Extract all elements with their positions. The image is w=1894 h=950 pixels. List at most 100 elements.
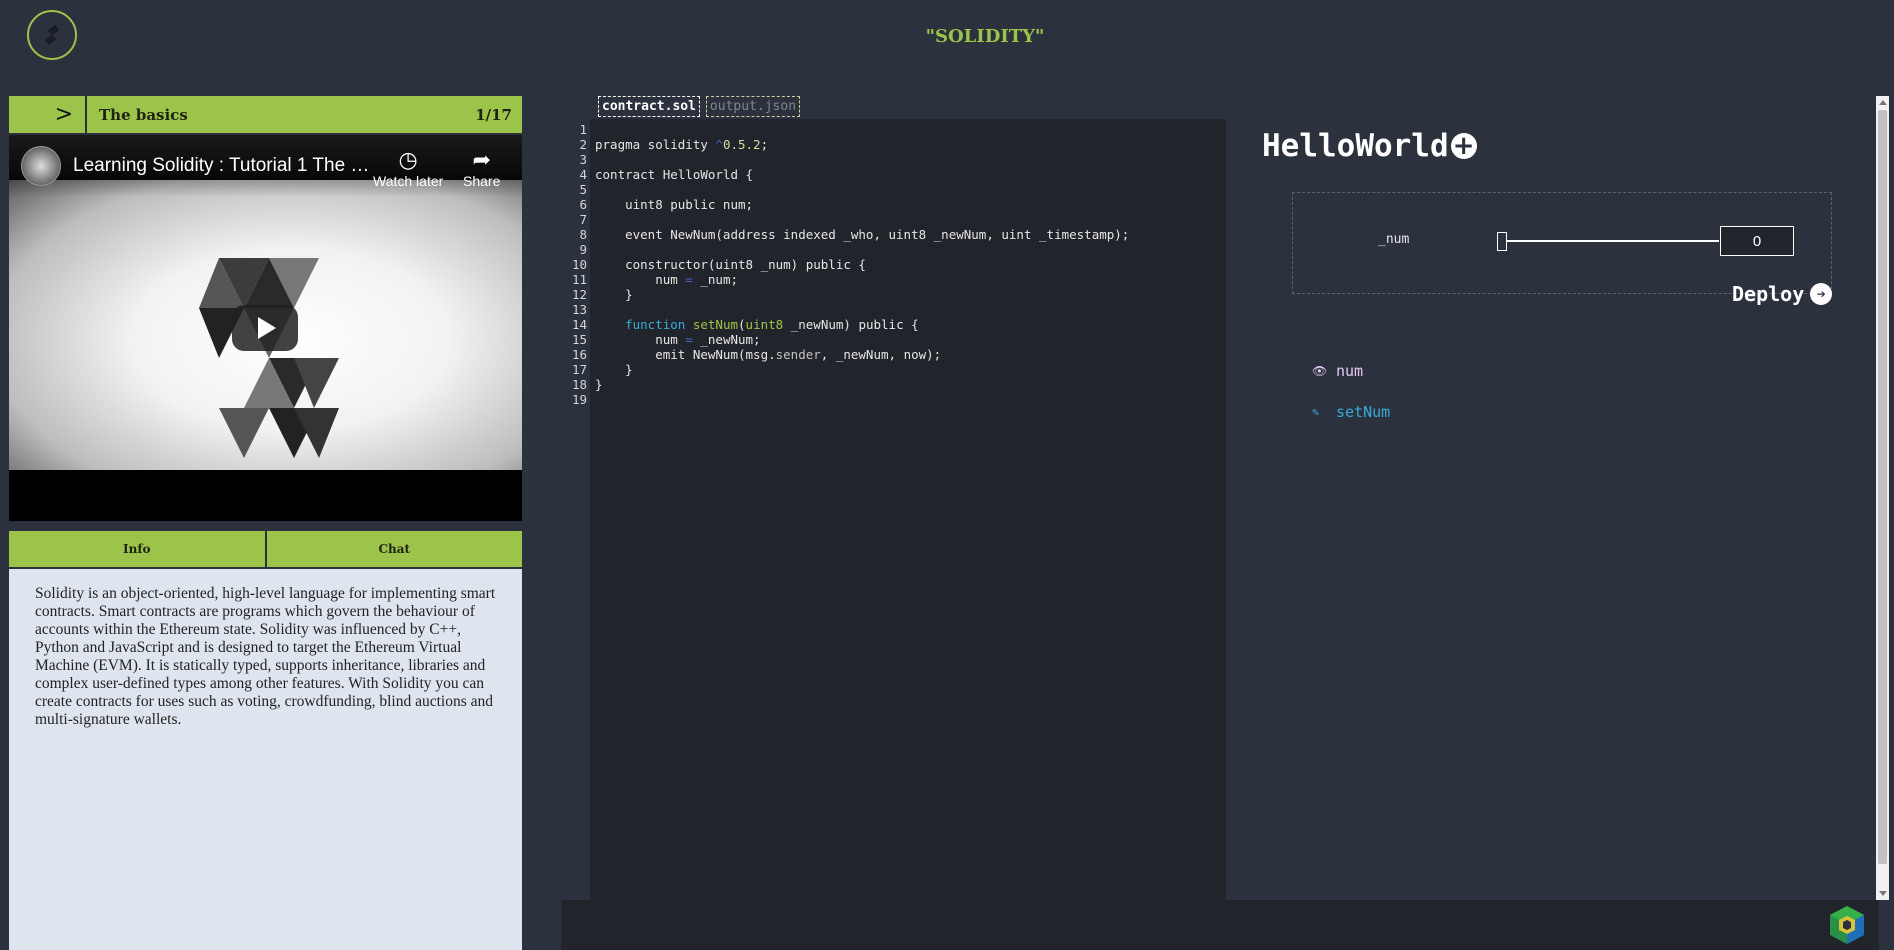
code-line: 17 } [561, 362, 633, 377]
edit-icon: ✎ [1312, 405, 1320, 419]
tab-contract-sol[interactable]: contract.sol [598, 96, 700, 117]
param-slider-track[interactable] [1501, 240, 1719, 242]
code-line: 15 num = _newNum; [561, 332, 761, 347]
code-editor[interactable]: 1 2 pragma solidity ^0.5.2; 3 4 contract Hell… [561, 119, 1226, 900]
share-icon: ➦ [472, 147, 491, 172]
scroll-thumb[interactable] [1878, 110, 1887, 864]
line-number: 6 [579, 197, 587, 212]
eye-icon: 👁 [1312, 364, 1328, 378]
line-number: 9 [579, 242, 587, 257]
share-button[interactable]: ➦ Share [463, 147, 500, 189]
function-num[interactable]: 👁 num [1312, 362, 1363, 380]
file-tabs: contract.sol output.json [598, 96, 801, 117]
code-line: 10 constructor(uint8 _num) public { [561, 257, 866, 272]
code-line: 12 } [561, 287, 633, 302]
code-text[interactable]: num = _newNum; [595, 332, 760, 347]
code-line: 3 [561, 152, 587, 167]
watch-later-button[interactable]: ◷ Watch later [373, 147, 443, 189]
line-number: 4 [579, 167, 587, 182]
lesson-title: The basics [99, 105, 188, 124]
function-name: setNum [1336, 403, 1391, 421]
lesson-counter: 1/17 [475, 105, 512, 124]
share-label: Share [463, 173, 501, 189]
console-strip [561, 900, 1879, 950]
code-line: 16 emit NewNum(msg.sender, _newNum, now)… [561, 347, 941, 362]
video-title[interactable]: Learning Solidity : Tutorial 1 The B... [73, 155, 373, 177]
contract-name: HelloWorld [1262, 128, 1449, 164]
play-button[interactable] [232, 305, 298, 351]
clock-icon: ◷ [398, 147, 418, 172]
app-title: "SOLIDITY" [925, 26, 1045, 47]
line-number: 13 [571, 302, 587, 317]
code-text[interactable]: num = _num; [595, 272, 738, 287]
code-line: 1 [561, 122, 587, 137]
info-chat-tabs: Info Chat [9, 531, 522, 567]
line-number: 16 [571, 347, 587, 362]
code-text[interactable]: constructor(uint8 _num) public { [595, 257, 866, 272]
info-panel: Solidity is an object-oriented, high-lev… [9, 569, 522, 950]
code-text[interactable]: emit NewNum(msg.sender, _newNum, now); [595, 347, 941, 362]
code-line: 8 event NewNum(address indexed _who, uin… [561, 227, 1129, 242]
code-line: 19 [561, 392, 587, 407]
code-text[interactable]: } [595, 287, 633, 302]
lesson-bar: > The basics 1/17 [9, 96, 522, 133]
constructor-box: _num 0 [1292, 192, 1832, 294]
code-text[interactable]: pragma solidity ^0.5.2; [595, 137, 768, 152]
tab-info[interactable]: Info [9, 531, 265, 567]
function-name: num [1336, 362, 1364, 380]
contract-name-header: HelloWorld [1262, 128, 1477, 164]
param-slider-thumb[interactable] [1497, 232, 1507, 251]
line-number: 17 [571, 362, 587, 377]
code-line: 6 uint8 public num; [561, 197, 753, 212]
code-line: 13 [561, 302, 587, 317]
code-text[interactable]: event NewNum(address indexed _who, uint8… [595, 227, 1129, 242]
line-number: 11 [571, 272, 587, 287]
deploy-panel: HelloWorld _num 0 Deploy ➔ 👁 num ✎ setNu… [1226, 96, 1878, 900]
code-line: 7 [561, 212, 587, 227]
line-number: 14 [571, 317, 587, 332]
scroll-down-arrow-icon[interactable] [1879, 891, 1887, 896]
tab-output-json[interactable]: output.json [705, 96, 801, 117]
code-line: 4 contract HelloWorld { [561, 167, 753, 182]
add-contract-icon[interactable] [1450, 133, 1477, 159]
code-line: 14 function setNum(uint8 _newNum) public… [561, 317, 919, 332]
solidity-thumbnail-logo-icon [199, 258, 339, 458]
info-text: Solidity is an object-oriented, high-lev… [35, 585, 496, 728]
code-line: 5 [561, 182, 587, 197]
line-number: 1 [579, 122, 587, 137]
tab-chat[interactable]: Chat [264, 531, 522, 567]
video-top-bar: Learning Solidity : Tutorial 1 The B... [9, 135, 522, 197]
deploy-label: Deploy [1732, 282, 1805, 306]
code-text[interactable]: contract HelloWorld { [595, 167, 753, 182]
lesson-menu-toggle[interactable]: > [9, 96, 87, 133]
arrow-right-icon: ➔ [1810, 283, 1833, 305]
page-scrollbar[interactable] [1876, 96, 1889, 900]
code-line: 9 [561, 242, 587, 257]
line-number: 3 [579, 152, 587, 167]
deploy-button[interactable]: Deploy ➔ [1732, 282, 1833, 306]
code-text[interactable]: uint8 public num; [595, 197, 753, 212]
line-number: 2 [579, 137, 587, 152]
code-line: 18} [561, 377, 603, 392]
line-number: 18 [571, 377, 587, 392]
param-label: _num [1378, 232, 1410, 247]
code-line: 2 pragma solidity ^0.5.2; [561, 137, 768, 152]
corner-cube-logo-icon[interactable] [1826, 904, 1868, 946]
line-number: 19 [571, 392, 587, 407]
video-player[interactable]: Learning Solidity : Tutorial 1 The B... … [9, 135, 522, 521]
line-number: 10 [571, 257, 587, 272]
code-text[interactable]: } [595, 362, 633, 377]
code-text[interactable]: function setNum(uint8 _newNum) public { [595, 317, 919, 332]
scroll-up-arrow-icon[interactable] [1879, 100, 1887, 105]
code-text[interactable]: } [595, 377, 603, 392]
code-line: 11 num = _num; [561, 272, 738, 287]
line-number: 7 [579, 212, 587, 227]
line-number: 8 [579, 227, 587, 242]
line-number: 15 [571, 332, 587, 347]
param-value-input[interactable]: 0 [1720, 226, 1794, 256]
channel-avatar[interactable] [21, 146, 61, 186]
line-number: 5 [579, 182, 587, 197]
function-setnum[interactable]: ✎ setNum [1312, 403, 1390, 421]
watch-later-label: Watch later [373, 173, 444, 189]
line-number: 12 [571, 287, 587, 302]
